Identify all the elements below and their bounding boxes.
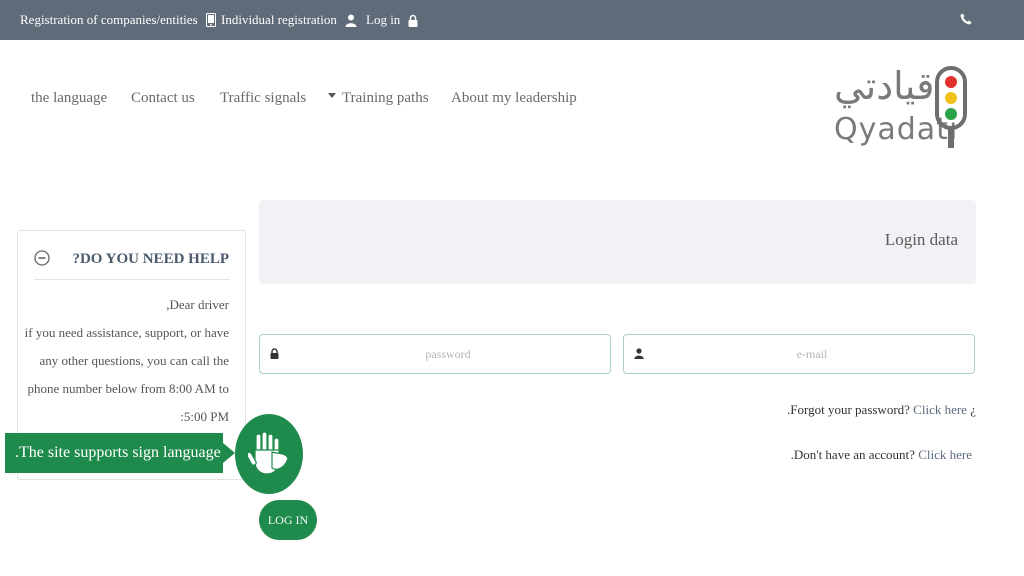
nav-contact-us[interactable]: Contact us <box>131 90 195 107</box>
sign-language-label[interactable]: .The site supports sign language <box>5 433 223 473</box>
nav-training-paths[interactable]: Training paths <box>328 90 429 107</box>
register-companies-label: Registration of companies/entities <box>20 12 198 27</box>
individual-registration-link[interactable]: Individual registration <box>221 12 357 28</box>
create-account-link[interactable]: Click here <box>918 447 972 462</box>
user-icon <box>634 348 644 359</box>
register-companies-link[interactable]: Registration of companies/entities <box>20 12 216 28</box>
topbar-login-link[interactable]: Log in <box>366 12 418 28</box>
topbar-login-label: Log in <box>366 12 401 27</box>
nav-language[interactable]: the language <box>31 90 107 107</box>
sign-language-button[interactable] <box>235 414 303 494</box>
site-logo[interactable]: قيادتي Qyadati <box>830 62 970 154</box>
forgot-password-link[interactable]: Click here <box>913 402 967 417</box>
help-title: ?DO YOU NEED HELP <box>72 251 229 267</box>
forgot-password-suffix: ¿ <box>970 402 976 417</box>
help-text-line: ,Dear driver <box>166 297 229 312</box>
no-account-row: .Don't have an account? Click here <box>791 447 972 463</box>
traffic-light-icon <box>935 66 967 148</box>
tablet-icon <box>205 13 216 27</box>
lock-icon <box>270 348 279 359</box>
login-button[interactable]: LOG IN <box>259 500 317 540</box>
password-field <box>259 334 611 374</box>
email-field <box>623 334 975 374</box>
nav-traffic-signals[interactable]: Traffic signals <box>220 90 306 107</box>
top-bar: Registration of companies/entities Indiv… <box>0 0 1024 40</box>
nav-about[interactable]: About my leadership <box>451 90 577 107</box>
logo-arabic-text: قيادتي <box>834 64 935 108</box>
user-icon <box>345 14 357 27</box>
collapse-minus-icon[interactable] <box>34 250 50 266</box>
help-text-line: if you need assistance, support, or have <box>24 325 229 340</box>
login-data-title: Login data <box>884 230 958 249</box>
email-input[interactable] <box>654 339 970 369</box>
nav-training-paths-label: Training paths <box>342 90 429 106</box>
help-divider <box>34 279 230 280</box>
help-text-line: any other questions, you can call the <box>39 353 229 368</box>
no-account-text: .Don't have an account? <box>790 447 915 462</box>
password-input[interactable] <box>290 339 606 369</box>
forgot-password-row: .Forgot your password? Click here ¿ <box>787 402 976 418</box>
forgot-password-text: .Forgot your password? <box>787 402 910 417</box>
sign-language-hands-icon <box>248 432 289 475</box>
caret-down-icon <box>328 93 336 98</box>
individual-registration-label: Individual registration <box>221 12 337 27</box>
login-data-header: Login data <box>259 200 976 284</box>
help-text-line: :5:00 PM <box>180 409 229 424</box>
lock-icon <box>408 14 418 27</box>
phone-icon[interactable] <box>960 13 972 25</box>
help-text-line: phone number below from 8:00 AM to <box>27 381 229 396</box>
sign-label-arrow <box>223 443 235 463</box>
